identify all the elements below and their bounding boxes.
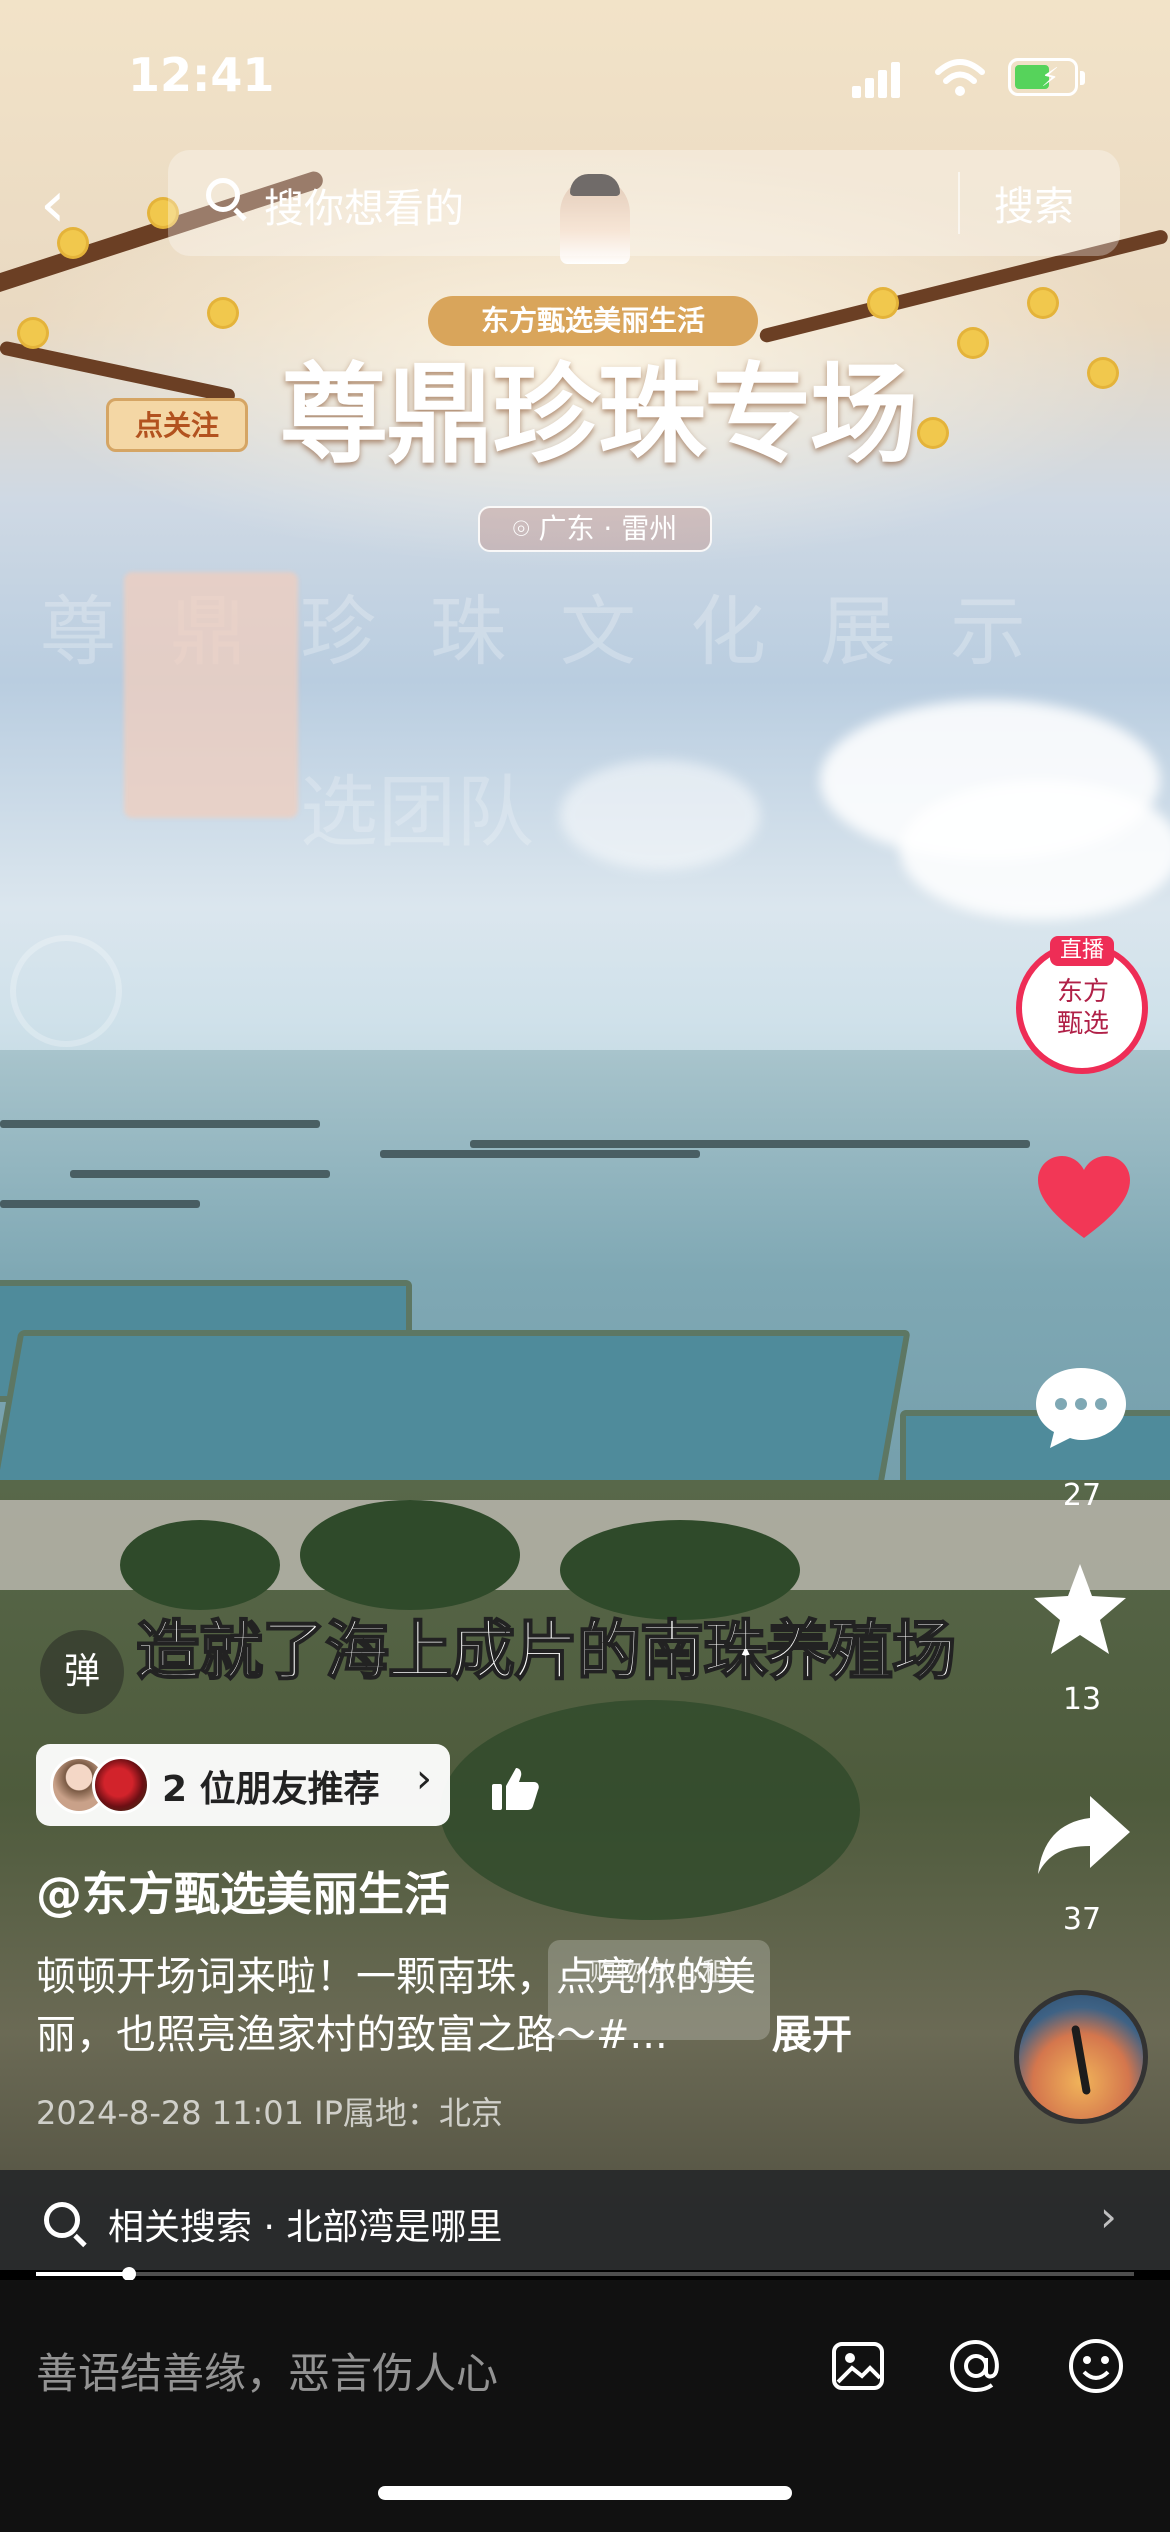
location-tag: ⌾ 广东 · 雷州 [478,506,712,552]
desc-line-2: 丽，也照亮渔家村的致富之路～#... [36,2012,668,2058]
blossom [870,290,896,316]
home-indicator [378,2486,792,2500]
search-bar[interactable]: 搜你想看的 搜索 [168,150,1120,256]
chevron-right-icon: › [416,1756,432,1802]
friends-recommend[interactable]: 2 位朋友推荐 › [36,1744,450,1826]
desc-line-1: 顿顿开场词来啦！一颗南珠，点亮你的美 [36,1954,756,2000]
status-bar: 12:41 ⚡ [0,0,1170,150]
blossom [920,420,946,446]
image-icon[interactable] [828,2336,888,2396]
wifi-icon [935,59,985,96]
live-badge: 直播 [1050,936,1114,966]
emoji-icon[interactable] [1066,2336,1126,2396]
raft [470,1140,1030,1148]
expand-button[interactable]: 展开 [772,2006,852,2064]
cloud [900,780,1170,920]
danmu-button[interactable]: 弹 [40,1630,124,1714]
video-progress[interactable] [36,2267,1134,2281]
heart-icon[interactable] [1034,1150,1134,1250]
back-icon[interactable]: ‹ [40,170,100,240]
location-text: 广东 · 雷州 [538,512,678,545]
raft [0,1200,200,1208]
status-time: 12:41 [128,48,275,102]
thumbs-up-icon[interactable] [490,1764,540,1814]
share-count: 37 [1062,1902,1102,1937]
author-name[interactable]: @东方甄选美丽生活 [36,1858,450,1924]
search-icon [206,178,240,212]
blossom [210,300,236,326]
cloud [560,760,760,870]
live-avatar[interactable]: 直播 东方甄选 [1016,936,1148,1074]
blossom [20,320,46,346]
related-search-bar[interactable]: 相关搜索 · 北部湾是哪里 › [0,2170,1170,2270]
music-disc[interactable] [1014,1990,1148,2124]
post-meta: 2024-8-28 11:01 IP属地：北京 [36,2094,503,2132]
chevron-right-icon: › [1100,2192,1117,2241]
at-icon[interactable] [946,2336,1006,2396]
progress-knob[interactable] [122,2267,137,2281]
follow-badge[interactable]: 点关注 [106,398,248,452]
post-description: 顿顿开场词来啦！一颗南珠，点亮你的美 丽，也照亮渔家村的致富之路～#... 展开 [36,1948,876,2064]
ghost-subtitle-text: 选团队 [300,768,535,858]
favorite-count: 13 [1062,1682,1102,1717]
search-icon [44,2202,80,2238]
raft [380,1150,700,1158]
signal-icon [852,62,900,98]
tree [120,1520,280,1610]
related-search-text: 相关搜索 · 北部湾是哪里 [108,2207,503,2248]
location-pin-icon: ⌾ [512,512,539,545]
raft [0,1120,320,1128]
blossom [1030,290,1056,316]
banner-title: 尊鼎珍珠专场 [280,352,918,478]
search-button[interactable]: 搜索 [994,174,1074,232]
blurred-card [124,572,298,818]
tree [300,1500,520,1610]
share-icon[interactable] [1034,1790,1134,1880]
search-divider [958,172,960,234]
star-icon[interactable] [1030,1560,1130,1660]
search-placeholder[interactable]: 搜你想看的 [264,176,464,234]
comment-icon[interactable] [1032,1364,1130,1450]
raft [70,1170,330,1178]
live-logo: 东方甄选 [1056,977,1109,1039]
blossom [960,330,986,356]
comment-input[interactable]: 善语结善缘，恶言伤人心 [36,2340,498,2401]
video-caption: 造就了海上成片的南珠养殖场 [135,1614,957,1690]
brand-pill: 东方甄选美丽生活 [428,296,758,346]
blossom [1090,360,1116,386]
progress-fill [36,2272,130,2276]
comment-count: 27 [1062,1478,1102,1513]
friend-avatar [92,1756,150,1814]
ghost-circle [10,935,122,1047]
battery-icon: ⚡ [1008,58,1085,96]
video-feed-screen: 尊鼎珍珠文化展示 选团队 东方甄选美丽生活 点关注 尊鼎珍珠专场 ⌾ 广东 · … [0,0,1170,2532]
friends-text: 2 位朋友推荐 [162,1769,380,1810]
